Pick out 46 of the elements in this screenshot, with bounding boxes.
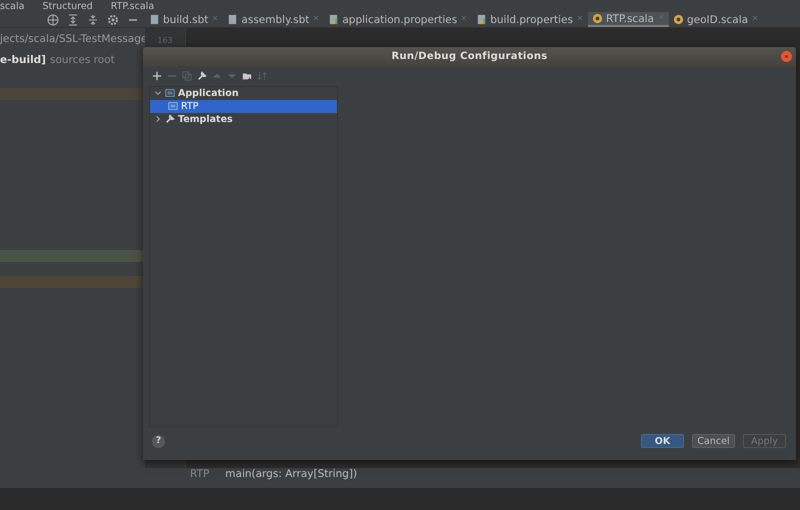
chevron-down-icon xyxy=(154,89,162,98)
collapse-icon xyxy=(87,14,99,26)
tree-item[interactable]: Application xyxy=(150,86,337,100)
add-icon[interactable] xyxy=(152,70,162,81)
close-icon xyxy=(576,14,584,22)
module-note: sources root xyxy=(50,54,115,66)
close-icon xyxy=(656,13,665,21)
editor-tab[interactable]: build.sbt xyxy=(145,12,224,27)
properties-file-icon xyxy=(476,14,488,25)
editor-tab[interactable]: application.properties xyxy=(324,12,472,27)
application-icon xyxy=(165,88,175,98)
module-name: e-build] xyxy=(0,54,46,66)
close-icon xyxy=(211,14,220,22)
expand-icon xyxy=(67,14,79,26)
properties-file-icon xyxy=(328,14,340,25)
file-icon xyxy=(227,14,238,25)
wrench-icon[interactable] xyxy=(197,70,207,81)
breadcrumb-item[interactable]: RTP xyxy=(190,468,210,480)
close-icon xyxy=(751,14,760,22)
tree-item[interactable]: Templates xyxy=(150,112,337,126)
breadcrumb-item[interactable]: RTP.scala xyxy=(110,0,154,12)
editor-tab[interactable]: RTP.scala xyxy=(588,12,669,27)
target-icon xyxy=(47,14,59,26)
file-icon xyxy=(149,14,160,25)
dialog-button[interactable]: Cancel xyxy=(692,434,735,448)
dialog-title: Run/Debug Configurations xyxy=(391,50,548,62)
scala-file-icon xyxy=(592,13,603,24)
editor-tab[interactable]: geoID.scala xyxy=(668,12,764,27)
help-button[interactable]: ? xyxy=(152,434,165,448)
application-icon xyxy=(168,101,178,112)
dialog-button[interactable]: OK xyxy=(641,434,684,448)
close-icon xyxy=(312,14,320,22)
chevron-right-icon xyxy=(154,115,162,124)
breadcrumb-item[interactable]: scala xyxy=(0,0,24,12)
tree-item[interactable]: RTP xyxy=(150,100,337,113)
wrench-icon xyxy=(165,114,175,124)
editor-tab[interactable]: build.properties xyxy=(472,12,588,27)
close-button[interactable] xyxy=(781,51,792,62)
close-icon xyxy=(783,53,790,60)
breadcrumb-item[interactable]: main(args: Array[String]) xyxy=(225,468,358,480)
folder-plus-icon[interactable] xyxy=(242,70,252,81)
project-path: jects/scala/SSL-TestMessage xyxy=(0,32,145,47)
breadcrumb-item[interactable]: Structured xyxy=(42,0,93,12)
gear-icon xyxy=(107,14,119,26)
close-icon xyxy=(460,14,468,22)
editor-tab[interactable]: assembly.sbt xyxy=(223,12,324,27)
